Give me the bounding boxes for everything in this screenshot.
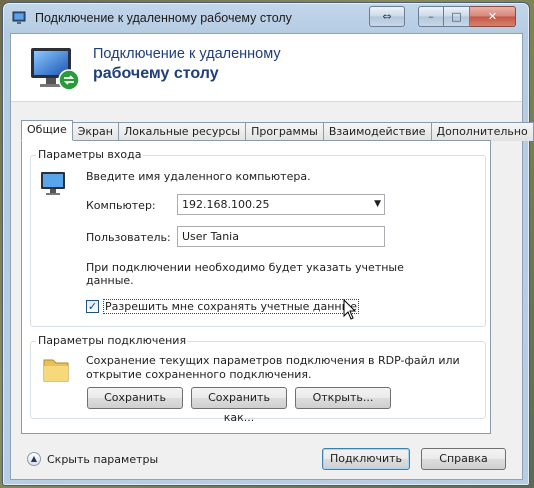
- title-bar[interactable]: Подключение к удаленному рабочему столу …: [3, 3, 529, 33]
- chevron-down-icon[interactable]: ▼: [374, 195, 381, 214]
- remote-desktop-icon: [31, 48, 80, 91]
- swap-arrows-icon: ⇔: [382, 10, 392, 23]
- rdp-file-description-line1: Сохранение текущих параметров подключени…: [86, 354, 460, 367]
- header-title-line2: рабочему столу: [93, 65, 219, 82]
- tab-programs[interactable]: Программы: [245, 122, 323, 141]
- chevron-up-icon: ▲: [30, 454, 38, 463]
- save-as-button[interactable]: Сохранить как...: [191, 387, 287, 424]
- login-group-title: Параметры входа: [36, 148, 144, 161]
- tab-experience[interactable]: Взаимодействие: [322, 122, 431, 141]
- computer-prompt: Введите имя удаленного компьютера.: [86, 170, 311, 183]
- help-button[interactable]: Справка: [421, 448, 506, 470]
- connect-button[interactable]: Подключить: [322, 448, 410, 470]
- minimize-button[interactable]: –: [418, 6, 444, 27]
- user-label: Пользователь:: [86, 231, 171, 244]
- hide-options-label[interactable]: Скрыть параметры: [47, 453, 158, 466]
- computer-icon: [41, 172, 65, 195]
- tab-local-resources[interactable]: Локальные ресурсы: [117, 122, 246, 141]
- rdp-file-description-line2: открытие сохраненного подключения.: [86, 368, 312, 381]
- computer-combobox[interactable]: 192.168.100.25 ▼: [177, 194, 385, 215]
- connection-group-title: Параметры подключения: [36, 334, 189, 347]
- computer-label: Компьютер:: [86, 199, 156, 212]
- user-value: User Tania: [182, 230, 239, 243]
- rdp-window: Подключение к удаленному рабочему столу …: [2, 2, 534, 486]
- dialog-client: Подключение к удаленному рабочему столу …: [10, 33, 534, 480]
- minimize-icon: –: [428, 10, 434, 23]
- header-title-line1: Подключение к удаленному: [93, 46, 281, 62]
- hide-options-toggle[interactable]: ▲: [27, 452, 41, 466]
- dialog-header: Подключение к удаленному рабочему столу: [11, 34, 522, 102]
- save-button[interactable]: Сохранить: [87, 387, 183, 409]
- close-icon: ✕: [487, 10, 498, 23]
- rdp-app-icon: [12, 11, 26, 24]
- close-button[interactable]: ✕: [470, 6, 516, 27]
- tab-advanced[interactable]: Дополнительно: [430, 122, 534, 141]
- maximize-button[interactable]: □: [444, 6, 470, 27]
- login-settings-group: Параметры входа Введите имя удаленного к…: [30, 148, 486, 327]
- mouse-cursor-icon: [343, 299, 357, 320]
- credentials-note-line1: При подключении необходимо будет указать…: [86, 261, 404, 274]
- tab-display[interactable]: Экран: [72, 122, 118, 141]
- connection-settings-group: Параметры подключения Сохранение текущих…: [30, 334, 486, 424]
- user-field[interactable]: User Tania: [177, 226, 385, 247]
- credentials-note-line2: данные.: [86, 274, 134, 287]
- tab-strip: Общие Экран Локальные ресурсы Программы …: [21, 120, 534, 141]
- save-credentials-option[interactable]: ✓ Разрешить мне сохранять учетные данные: [86, 298, 360, 314]
- maximize-icon: □: [451, 10, 462, 23]
- folder-icon: [43, 359, 69, 382]
- save-credentials-label[interactable]: Разрешить мне сохранять учетные данные: [103, 298, 360, 314]
- computer-value: 192.168.100.25: [182, 198, 270, 211]
- open-button[interactable]: Открыть...: [295, 387, 391, 409]
- tab-general[interactable]: Общие: [21, 120, 73, 141]
- general-tab-panel: Параметры входа Введите имя удаленного к…: [21, 140, 491, 434]
- window-title: Подключение к удаленному рабочему столу: [35, 11, 292, 25]
- switch-window-button[interactable]: ⇔: [369, 6, 405, 27]
- save-credentials-checkbox[interactable]: ✓: [86, 299, 99, 313]
